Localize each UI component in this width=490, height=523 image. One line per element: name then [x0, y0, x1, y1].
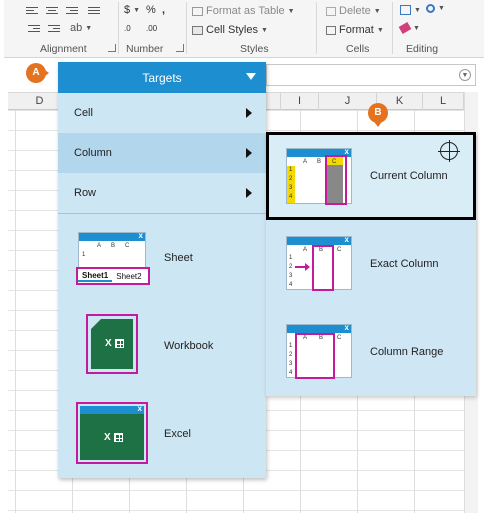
align-right-icon[interactable] [66, 6, 80, 16]
group-label-cells: Cells [346, 43, 370, 55]
current-column-icon: x A B C 1 2 3 4 [286, 147, 352, 205]
number-launcher-icon[interactable] [176, 44, 184, 52]
sheet-tab: Sheet2 [116, 271, 142, 281]
increase-indent-icon[interactable] [48, 24, 62, 34]
currency-icon[interactable]: $ ▼ [124, 4, 140, 16]
submenu-item-exact-column[interactable]: x A B C 1 2 3 4 Exact Column [266, 220, 476, 308]
dropdown-arrow-icon[interactable] [246, 73, 256, 80]
merge-icon[interactable] [88, 6, 102, 16]
menu-item-label: Column [74, 147, 112, 159]
submenu-item-current-column[interactable]: x A B C 1 2 3 4 Current Column [266, 132, 476, 220]
decrease-indent-icon[interactable] [28, 24, 42, 34]
targets-menu-title: Targets [142, 70, 182, 85]
decrease-decimal-icon[interactable]: .00 [146, 24, 157, 33]
submenu-item-column-range[interactable]: x A B C 1 2 3 4 Column Range [266, 308, 476, 396]
column-range-icon: x A B C 1 2 3 4 [286, 323, 352, 379]
ribbon-separator [186, 2, 187, 54]
align-center-icon[interactable] [46, 6, 60, 16]
targets-menu-header[interactable]: Targets [58, 62, 266, 93]
ribbon-separator [316, 2, 317, 54]
column-submenu: x A B C 1 2 3 4 Current Column x A B C 1… [266, 132, 476, 396]
menu-item-label: Sheet [164, 252, 193, 264]
ribbon-separator [118, 2, 119, 54]
format-as-table-button[interactable]: Format as Table ▼ [192, 5, 295, 17]
menu-item-column[interactable]: Column [58, 133, 266, 173]
menu-item-label: Workbook [164, 340, 214, 352]
alignment-launcher-icon[interactable] [108, 44, 116, 52]
menu-item-workbook[interactable]: X Workbook [58, 302, 266, 390]
submenu-arrow-icon [246, 188, 252, 198]
clear-icon[interactable]: ▼ [398, 22, 420, 34]
column-header[interactable]: I [281, 93, 319, 110]
delete-icon [326, 6, 336, 16]
menu-item-excel[interactable]: x X Excel [58, 390, 266, 478]
delete-button[interactable]: Delete ▼ [326, 5, 381, 17]
menu-item-label: Row [74, 187, 97, 199]
menu-item-label: Cell [74, 107, 93, 119]
excel-app-icon: x X [76, 402, 148, 464]
table-icon [192, 6, 203, 16]
orientation-icon[interactable]: ab ▼ [70, 22, 92, 34]
sheet-tab: Sheet1 [78, 271, 113, 282]
workbook-icon: X [86, 314, 138, 374]
submenu-arrow-icon [246, 148, 252, 158]
align-left-icon[interactable] [26, 6, 40, 16]
formula-bar[interactable]: ▼ [266, 64, 476, 86]
menu-item-cell[interactable]: Cell [58, 93, 266, 133]
callout-b: B [368, 103, 388, 127]
exact-column-icon: x A B C 1 2 3 4 [286, 235, 352, 291]
cell-styles-icon [192, 25, 203, 35]
submenu-item-label: Current Column [370, 170, 448, 182]
submenu-item-label: Exact Column [370, 258, 439, 270]
ribbon-separator [392, 2, 393, 54]
menu-item-row[interactable]: Row [58, 173, 266, 213]
find-icon[interactable]: ▼ [426, 4, 445, 13]
cell-styles-button[interactable]: Cell Styles ▼ [192, 24, 268, 36]
group-label-editing: Editing [406, 43, 439, 55]
group-label-alignment: Alignment [40, 43, 87, 55]
format-icon [326, 25, 336, 35]
menu-item-sheet[interactable]: x A B C 1 Sheet1 Sheet2 Sheet [58, 214, 266, 302]
formula-bar-expand-icon[interactable]: ▼ [459, 69, 471, 81]
comma-icon[interactable]: , [162, 4, 165, 16]
targets-menu: Targets Cell Column Row x A B C 1 Sheet1… [58, 62, 266, 478]
submenu-arrow-icon [246, 108, 252, 118]
menu-item-label: Excel [164, 428, 191, 440]
fill-icon[interactable]: ▼ [400, 5, 421, 15]
submenu-item-label: Column Range [370, 346, 444, 358]
group-label-styles: Styles [240, 43, 269, 55]
group-label-number: Number [126, 43, 164, 55]
sheet-tabs: Sheet1 Sheet2 [76, 267, 150, 285]
crosshair-cursor-icon [438, 140, 460, 162]
percent-icon[interactable]: % [146, 4, 156, 16]
column-header[interactable]: L [423, 93, 464, 110]
callout-a: A [26, 63, 49, 83]
format-button[interactable]: Format ▼ [326, 24, 384, 36]
increase-decimal-icon[interactable]: .0 [124, 24, 131, 33]
ribbon: ab ▼ Alignment $ ▼ % , .0 .00 Number Forma… [4, 0, 484, 58]
